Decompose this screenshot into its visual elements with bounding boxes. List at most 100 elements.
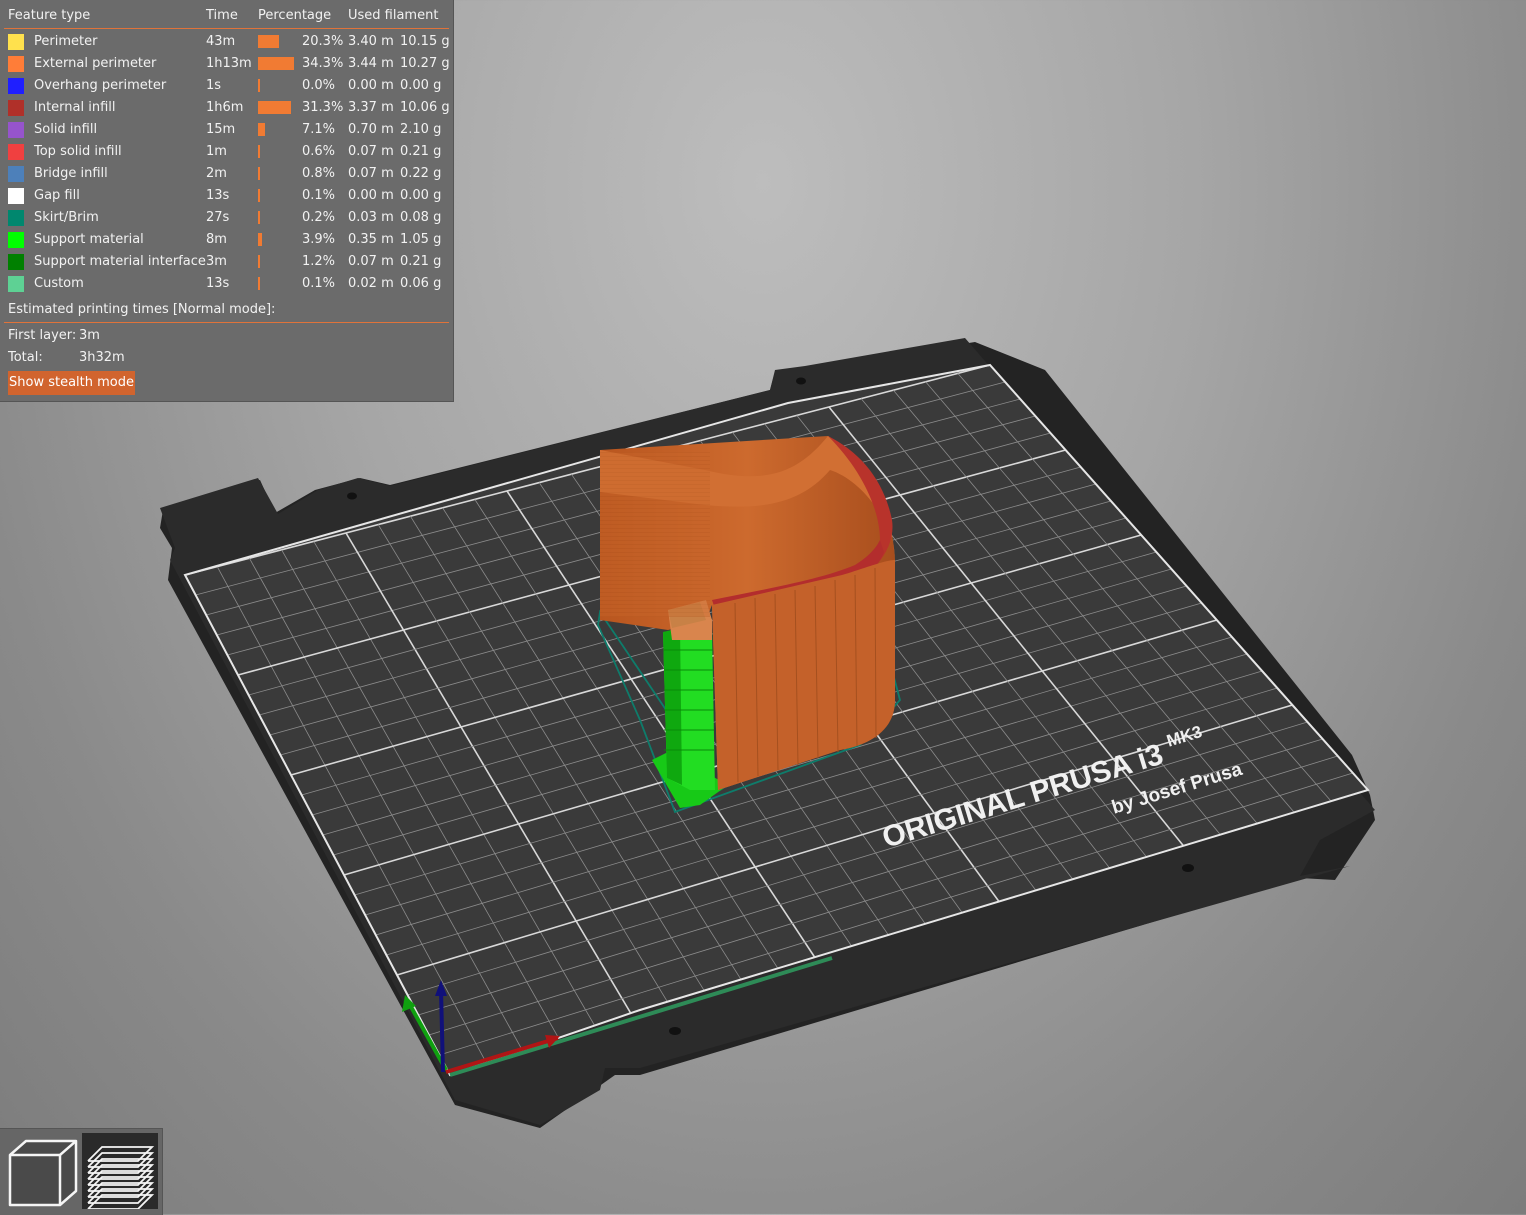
percentage-bar — [258, 189, 260, 202]
percentage-bar — [258, 101, 291, 114]
feature-weight: 1.05 g — [400, 232, 442, 247]
percentage-bar — [258, 35, 280, 48]
cube-3d-view-icon — [8, 1139, 78, 1207]
legend-row: Skirt/Brim 27s 0.2% 0.03 m 0.08 g — [0, 209, 453, 231]
feature-length: 0.00 m — [348, 188, 394, 203]
feature-percentage: 0.0% — [302, 78, 336, 93]
color-swatch — [8, 34, 24, 50]
color-swatch — [8, 166, 24, 182]
bed-hole — [1182, 864, 1194, 872]
color-swatch — [8, 276, 24, 292]
percentage-bar — [258, 145, 260, 158]
feature-percentage: 0.1% — [302, 188, 336, 203]
view-toolbar — [0, 1128, 163, 1215]
feature-time: 13s — [206, 188, 230, 203]
legend-row: Support material 8m 3.9% 0.35 m 1.05 g — [0, 231, 453, 253]
color-swatch — [8, 188, 24, 204]
legend-row: Solid infill 15m 7.1% 0.70 m 2.10 g — [0, 121, 453, 143]
feature-weight: 0.22 g — [400, 166, 442, 181]
legend-row: External perimeter 1h13m 34.3% 3.44 m 10.27 … — [0, 55, 453, 77]
feature-weight: 0.06 g — [400, 276, 442, 291]
color-swatch — [8, 254, 24, 270]
percentage-bar — [258, 79, 260, 92]
feature-length: 3.44 m — [348, 56, 394, 71]
feature-length: 3.40 m — [348, 34, 394, 49]
feature-weight: 0.21 g — [400, 254, 442, 269]
feature-percentage: 34.3% — [302, 56, 344, 71]
legend-row: Bridge infill 2m 0.8% 0.07 m 0.22 g — [0, 165, 453, 187]
feature-percentage: 7.1% — [302, 122, 336, 137]
header-used-filament: Used filament — [348, 8, 439, 23]
color-swatch — [8, 232, 24, 248]
feature-label: Bridge infill — [34, 166, 108, 181]
feature-weight: 10.06 g — [400, 100, 450, 115]
legend-row: Top solid infill 1m 0.6% 0.07 m 0.21 g — [0, 143, 453, 165]
feature-time: 1m — [206, 144, 227, 159]
color-swatch — [8, 144, 24, 160]
preview-button[interactable] — [82, 1133, 158, 1210]
percentage-bar — [258, 277, 260, 290]
color-swatch — [8, 210, 24, 226]
legend-row: Custom 13s 0.1% 0.02 m 0.06 g — [0, 275, 453, 297]
color-swatch — [8, 100, 24, 116]
feature-label: Gap fill — [34, 188, 80, 203]
feature-label: Solid infill — [34, 122, 98, 137]
feature-length: 0.03 m — [348, 210, 394, 225]
feature-weight: 10.27 g — [400, 56, 450, 71]
total-value: 3h32m — [79, 350, 125, 365]
feature-time: 8m — [206, 232, 227, 247]
feature-label: Support material interface — [34, 254, 206, 269]
feature-label: Internal infill — [34, 100, 116, 115]
feature-percentage: 31.3% — [302, 100, 344, 115]
percentage-bar — [258, 211, 260, 224]
first-layer-value: 3m — [79, 328, 100, 343]
feature-time: 27s — [206, 210, 230, 225]
feature-label: Skirt/Brim — [34, 210, 99, 225]
feature-time: 43m — [206, 34, 236, 49]
header-feature-type: Feature type — [8, 8, 91, 23]
feature-label: Top solid infill — [34, 144, 122, 159]
feature-length: 0.07 m — [348, 254, 394, 269]
feature-time: 15m — [206, 122, 236, 137]
feature-length: 3.37 m — [348, 100, 394, 115]
feature-label: Perimeter — [34, 34, 98, 49]
feature-weight: 2.10 g — [400, 122, 442, 137]
feature-length: 0.02 m — [348, 276, 394, 291]
bed-hole — [669, 1027, 681, 1035]
percentage-bar — [258, 233, 263, 246]
header-percentage: Percentage — [258, 8, 332, 23]
feature-label: Overhang perimeter — [34, 78, 167, 93]
first-layer-label: First layer: — [8, 328, 77, 343]
3d-view-button[interactable] — [4, 1133, 80, 1209]
feature-time: 2m — [206, 166, 227, 181]
feature-percentage: 3.9% — [302, 232, 336, 247]
feature-percentage: 0.8% — [302, 166, 336, 181]
feature-percentage: 0.6% — [302, 144, 336, 159]
feature-length: 0.70 m — [348, 122, 394, 137]
feature-weight: 0.21 g — [400, 144, 442, 159]
legend-panel: Feature type Time Percentage Used filame… — [0, 0, 454, 402]
feature-label: Custom — [34, 276, 84, 291]
feature-time: 1h6m — [206, 100, 244, 115]
header-time: Time — [206, 8, 238, 23]
feature-label: External perimeter — [34, 56, 157, 71]
feature-percentage: 20.3% — [302, 34, 344, 49]
feature-weight: 0.08 g — [400, 210, 442, 225]
color-swatch — [8, 122, 24, 138]
legend-row: Perimeter 43m 20.3% 3.40 m 10.15 g — [0, 33, 453, 55]
feature-percentage: 1.2% — [302, 254, 336, 269]
estimate-title: Estimated printing times [Normal mode]: — [8, 302, 276, 317]
feature-percentage: 0.1% — [302, 276, 336, 291]
legend-row: Support material interface 3m 1.2% 0.07 m 0.… — [0, 253, 453, 275]
header-divider — [4, 28, 449, 29]
color-swatch — [8, 56, 24, 72]
bed-hole — [796, 377, 806, 385]
feature-weight: 10.15 g — [400, 34, 450, 49]
feature-length: 0.07 m — [348, 166, 394, 181]
percentage-bar — [258, 123, 266, 136]
color-swatch — [8, 78, 24, 94]
feature-length: 0.00 m — [348, 78, 394, 93]
feature-weight: 0.00 g — [400, 78, 442, 93]
bed-hole — [347, 492, 357, 500]
show-stealth-mode-button[interactable]: Show stealth mode — [8, 371, 135, 395]
